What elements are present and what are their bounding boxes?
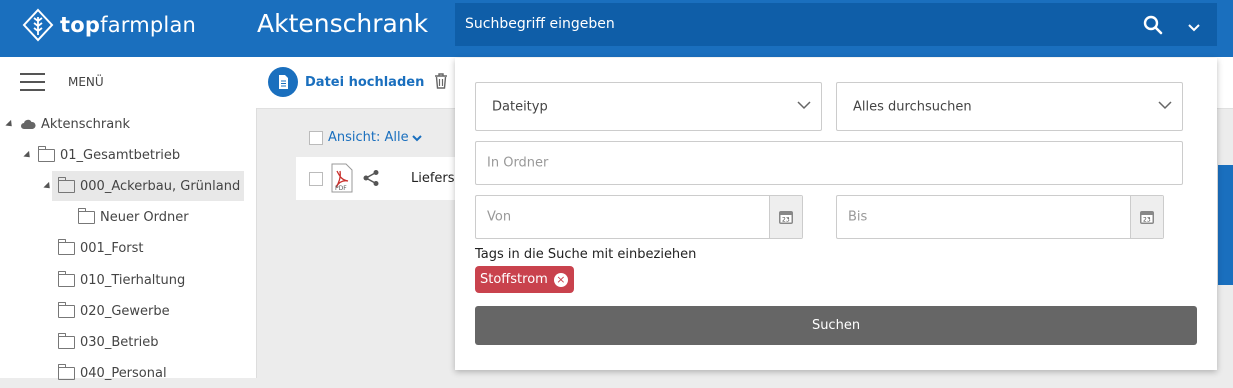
calendar-button[interactable]: 23 [769,196,802,238]
tree-item-label: Aktenschrank [41,116,130,132]
view-filter-label: Ansicht: Alle [328,130,409,145]
chevron-down-icon [411,134,422,141]
search-placeholder: Suchbegriff eingeben [465,16,615,32]
tree-item-aktenschrank[interactable]: Aktenschrank [5,109,130,139]
tree-item-label: 010_Tierhaltung [80,272,186,288]
folder-icon [78,207,95,224]
folder-icon [58,238,75,255]
svg-text:PDF: PDF [335,185,347,192]
tree-item-tierhaltung[interactable]: 010_Tierhaltung [58,265,185,295]
tree-item-betrieb[interactable]: 030_Betrieb [58,327,159,357]
tree-item-label: 020_Gewerbe [80,303,170,319]
tree-item-label: 01_Gesamtbetrieb [60,147,181,163]
folder-icon [58,176,75,193]
top-bar: topfarmplan Aktenschrank Suchbegriff ein… [0,0,1233,57]
file-row[interactable]: PDF Liefersc [296,157,462,200]
date-to-placeholder: Bis [848,209,868,225]
svg-text:23: 23 [782,217,790,224]
wheat-logo-icon [22,8,54,42]
scope-select[interactable]: Alles durchsuchen [836,82,1183,131]
calendar-icon: 23 [779,211,793,224]
select-all-checkbox[interactable] [309,130,323,145]
chevron-down-icon [797,101,811,110]
calendar-button[interactable]: 23 [1130,196,1163,238]
chevron-down-icon [1158,101,1172,110]
tag-label: Stoffstrom [480,272,548,287]
date-from-placeholder: Von [487,209,512,225]
search-input[interactable]: Suchbegriff eingeben [455,3,1217,46]
svg-text:23: 23 [1143,217,1151,224]
folder-icon [58,301,75,318]
logo[interactable]: topfarmplan [22,8,196,42]
folder-input[interactable]: In Ordner [475,141,1183,185]
tree-item-forst[interactable]: 001_Forst [58,233,144,263]
menu-label[interactable]: MENÜ [68,75,104,89]
tree-item-gewerbe[interactable]: 020_Gewerbe [58,296,170,326]
tree-item-personal[interactable]: 040_Personal [58,358,167,388]
filetype-select-value: Dateityp [492,99,548,114]
tree-item-label: Neuer Ordner [100,209,189,225]
trash-icon[interactable] [433,72,449,90]
view-filter[interactable]: Ansicht: Alle [309,130,423,145]
tag-chip[interactable]: Stoffstrom × [475,266,574,293]
cloud-icon [21,119,36,129]
remove-tag-icon[interactable]: × [553,272,568,287]
upload-button[interactable]: Datei hochladen [305,75,424,90]
expand-triangle-icon[interactable] [23,150,33,160]
folder-icon [58,270,75,287]
search-icon[interactable] [1141,13,1165,37]
search-submit-button[interactable]: Suchen [475,306,1197,345]
logo-text: topfarmplan [60,13,197,37]
tree-item-ackerbau[interactable]: 000_Ackerbau, Grünland [43,171,244,201]
advanced-search-panel: Dateityp Alles durchsuchen In Ordner Von… [455,58,1217,370]
tree-item-label: 000_Ackerbau, Grünland [80,178,241,194]
tree-item-label: 040_Personal [80,365,167,381]
folder-input-placeholder: In Ordner [487,155,549,171]
tree-item-label: 030_Betrieb [80,334,159,350]
folder-icon [38,145,55,162]
share-icon[interactable] [362,169,380,187]
date-to-input[interactable]: Bis 23 [836,195,1164,239]
app-title: Aktenschrank [257,9,429,38]
folder-icon [58,332,75,349]
scope-select-value: Alles durchsuchen [853,99,972,114]
tree-item-label: 001_Forst [80,240,144,256]
expand-triangle-icon[interactable] [5,119,15,129]
date-from-input[interactable]: Von 23 [475,195,803,239]
upload-file-icon[interactable] [268,67,298,97]
folder-tree: Aktenschrank 01_Gesamtbetrieb 000_Ackerb… [0,108,257,381]
calendar-icon: 23 [1140,211,1154,224]
expand-triangle-icon[interactable] [43,181,53,191]
row-checkbox[interactable] [309,172,323,186]
tree-item-gesamtbetrieb[interactable]: 01_Gesamtbetrieb [23,140,181,170]
pdf-file-icon: PDF [331,163,353,193]
menu-bar: MENÜ [0,57,257,109]
hamburger-menu-icon[interactable] [20,73,45,91]
filetype-select[interactable]: Dateityp [475,82,822,131]
side-panel-edge [1218,165,1233,285]
tree-item-neuer-ordner[interactable]: Neuer Ordner [78,202,189,232]
chevron-down-icon[interactable] [1182,15,1206,39]
tags-label: Tags in die Suche mit einbeziehen [475,247,697,262]
